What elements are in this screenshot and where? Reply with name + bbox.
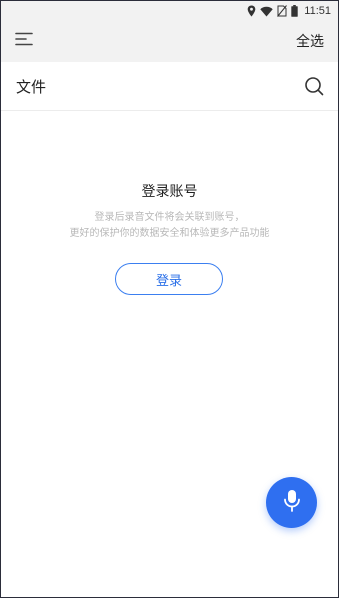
login-title: 登录账号 bbox=[141, 184, 198, 200]
app-header: 全选 bbox=[1, 21, 338, 62]
login-description-line: 登录后录音文件将会关联到账号， bbox=[94, 212, 245, 223]
files-title: 文件 bbox=[16, 78, 47, 96]
microphone-icon bbox=[283, 489, 301, 517]
no-sim-icon bbox=[277, 2, 288, 21]
wifi-icon bbox=[260, 2, 273, 21]
search-icon bbox=[303, 77, 325, 101]
app-screen: 11:51 全选 文件 登录账号 登录后录音文件将会关联到账号， 更好的保护你的… bbox=[0, 0, 339, 598]
status-bar: 11:51 bbox=[1, 1, 338, 21]
login-button[interactable]: 登录 bbox=[115, 263, 223, 295]
search-button[interactable] bbox=[303, 75, 325, 97]
status-time: 11:51 bbox=[304, 5, 331, 17]
menu-button[interactable] bbox=[13, 30, 35, 52]
select-all-button[interactable]: 全选 bbox=[296, 31, 324, 51]
record-button[interactable] bbox=[266, 477, 317, 528]
menu-icon bbox=[14, 31, 34, 51]
status-icons: 11:51 bbox=[247, 3, 331, 19]
battery-icon bbox=[291, 2, 298, 21]
location-icon bbox=[247, 2, 256, 21]
login-description: 登录后录音文件将会关联到账号， 更好的保护你的数据安全和体验更多产品功能 bbox=[1, 210, 338, 242]
login-description-line: 更好的保护你的数据安全和体验更多产品功能 bbox=[69, 228, 270, 239]
files-bar: 文件 bbox=[1, 62, 338, 111]
